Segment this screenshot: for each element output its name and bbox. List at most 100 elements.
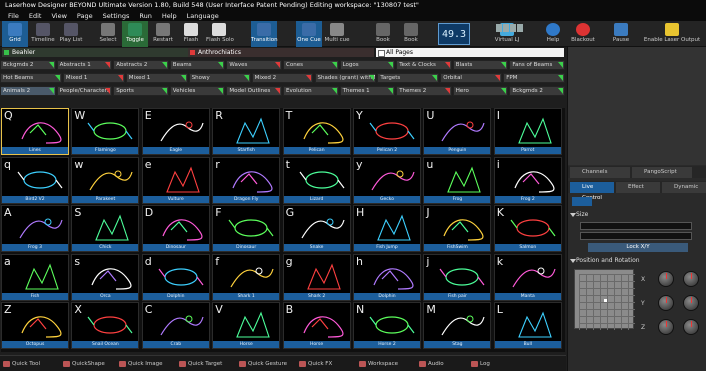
cue-cell[interactable]: d Dolphin	[141, 253, 210, 301]
workspace-tab-1[interactable]: Beahler	[2, 48, 188, 57]
category-tab[interactable]: Bckgmds 2	[0, 60, 56, 70]
category-tab[interactable]: Abstracts 2	[113, 60, 169, 70]
cue-cell[interactable]: M Stag	[423, 302, 492, 350]
toolbar-right-button-3[interactable]: Pause	[606, 21, 636, 47]
workspace-tab-2[interactable]: Anthrochiatics	[188, 48, 374, 57]
cue-cell[interactable]: Y Pelican 2	[353, 108, 421, 155]
cue-cell[interactable]: K Salmon	[493, 205, 562, 253]
cue-cell[interactable]: H Fish Jump	[353, 205, 421, 253]
menu-help[interactable]: Help	[162, 12, 177, 20]
cue-cell[interactable]: f Shark 1	[212, 253, 281, 301]
cue-cell[interactable]: V Horse	[212, 302, 281, 350]
cue-cell[interactable]: X Snail Ocean	[71, 302, 140, 350]
toolbar-right-button-2[interactable]: Blackout	[568, 21, 598, 47]
cue-cell[interactable]: r Dragon Fly	[212, 156, 281, 204]
toolbar-button-7[interactable]: Flash Solo	[206, 21, 234, 47]
cue-cell[interactable]: i Frog 2	[493, 156, 562, 204]
cue-cell[interactable]: g Shark 2	[282, 253, 351, 301]
cue-cell[interactable]: A Frog 3	[1, 205, 69, 253]
cue-cell[interactable]: Q Lines	[1, 108, 69, 155]
category-tab[interactable]: Orbital	[440, 73, 503, 83]
toolbar-button-11[interactable]: Book	[370, 21, 396, 47]
cue-cell[interactable]: F Dinosaur	[212, 205, 281, 253]
category-tab[interactable]: Blasts	[452, 60, 509, 70]
menu-run[interactable]: Run	[139, 12, 151, 20]
category-tab[interactable]: Mixed 1	[62, 73, 125, 83]
cue-cell[interactable]: s Orca	[71, 253, 140, 301]
cue-cell[interactable]: R Starfish	[212, 108, 281, 155]
category-tab[interactable]: Model Outlines	[226, 86, 282, 96]
toolbar-button-12[interactable]: Book	[398, 21, 424, 47]
rotate-z2-knob[interactable]	[683, 319, 699, 335]
cue-cell[interactable]: a Fish	[1, 253, 69, 301]
bottom-tab[interactable]: Audio	[418, 359, 444, 369]
workspace-tab-all-pages[interactable]: All Pages	[376, 48, 564, 57]
category-tab[interactable]: Vehicles	[169, 86, 226, 96]
toolbar-button-2[interactable]: Play List	[58, 21, 84, 47]
category-tab[interactable]: Hot Beams	[0, 73, 62, 83]
toolbar-right-button-4[interactable]: Enable Laser Output	[640, 21, 704, 47]
cue-cell[interactable]: q Bird2 V2	[1, 156, 69, 204]
toolbar-button-9[interactable]: One Cue	[296, 21, 322, 47]
lock-xy-button[interactable]: Lock X/Y	[588, 243, 688, 252]
category-tab[interactable]: Mixed 1	[125, 73, 188, 83]
category-tab[interactable]: People/Characters	[56, 86, 113, 96]
bottom-tab[interactable]: Quick Gesture	[238, 359, 287, 369]
rotate-x-knob[interactable]	[658, 271, 674, 287]
cue-cell[interactable]: w Parakeet	[71, 156, 140, 204]
cue-cell[interactable]: h Dolphin	[353, 253, 421, 301]
cue-cell[interactable]: U Penguin	[423, 108, 492, 155]
category-tab[interactable]: Evolution	[283, 86, 339, 96]
playback-icons[interactable]	[496, 24, 526, 36]
menu-settings[interactable]: Settings	[103, 12, 130, 20]
category-tab[interactable]: Beams	[169, 60, 226, 70]
rotate-x2-knob[interactable]	[683, 271, 699, 287]
category-tab[interactable]: Shades (grant) with Mirrod LD	[314, 73, 377, 83]
menu-edit[interactable]: Edit	[29, 12, 42, 20]
cue-cell[interactable]: L Bull	[493, 302, 562, 350]
category-tab[interactable]: Themes 2	[396, 86, 452, 96]
toolbar-button-10[interactable]: Multi cue	[324, 21, 350, 47]
toolbar-button-0[interactable]: Grid	[2, 21, 28, 47]
category-tab[interactable]: Logos	[339, 60, 396, 70]
category-tab[interactable]: Abstracts 1	[56, 60, 113, 70]
cue-cell[interactable]: G Snake	[282, 205, 351, 253]
cue-cell[interactable]: S Chick	[71, 205, 140, 253]
cue-cell[interactable]: Z Octopus	[1, 302, 69, 350]
cue-cell[interactable]: T Pelican	[282, 108, 351, 155]
category-tab[interactable]: Targets	[377, 73, 440, 83]
toolbar-right-button-1[interactable]: Help	[538, 21, 568, 47]
size-slider-y[interactable]	[580, 232, 692, 240]
rotate-y2-knob[interactable]	[683, 295, 699, 311]
category-tab[interactable]: Bckgmds 2	[509, 86, 565, 96]
bottom-tab[interactable]: Quick Target	[178, 359, 222, 369]
menu-language[interactable]: Language	[187, 12, 219, 20]
tab-live-control[interactable]: Live Control	[570, 182, 614, 201]
category-tab[interactable]: Fans of Beams	[509, 60, 565, 70]
cue-cell[interactable]: B Horse	[282, 302, 351, 350]
category-tab[interactable]: Hero	[452, 86, 509, 96]
category-tab[interactable]: Showy	[188, 73, 251, 83]
bottom-tab[interactable]: Workspace	[358, 359, 398, 369]
cue-cell[interactable]: W Flamingo	[71, 108, 140, 155]
cue-cell[interactable]: D Dinosaur	[141, 205, 210, 253]
bottom-tab[interactable]: Quick Tool	[2, 359, 40, 369]
bottom-tab[interactable]: Quick FX	[298, 359, 332, 369]
category-tab[interactable]: Themes 1	[339, 86, 396, 96]
cue-cell[interactable]: N Horse 2	[353, 302, 421, 350]
toolbar-button-1[interactable]: Timeline	[30, 21, 56, 47]
category-tab[interactable]: Cones	[283, 60, 339, 70]
category-tab[interactable]: Mixed 2	[251, 73, 314, 83]
cue-cell[interactable]: E Eagle	[141, 108, 210, 155]
color-toggle-icon[interactable]	[572, 197, 592, 206]
cue-cell[interactable]: y Gecko	[353, 156, 421, 204]
tab-dynamic[interactable]: Dynamic	[662, 182, 706, 193]
toolbar-button-5[interactable]: Restart	[150, 21, 176, 47]
menu-page[interactable]: Page	[77, 12, 93, 20]
position-pad[interactable]	[574, 269, 635, 330]
toolbar-button-3[interactable]: Select	[95, 21, 121, 47]
category-tab[interactable]: Sports	[113, 86, 169, 96]
cue-cell[interactable]: u Frog	[423, 156, 492, 204]
tab-channels[interactable]: Channels	[570, 167, 630, 178]
toolbar-button-4[interactable]: Toggle	[122, 21, 148, 47]
